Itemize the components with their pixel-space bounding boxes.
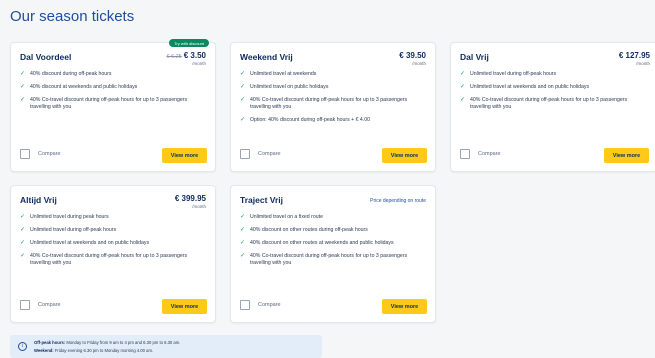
old-price: € 6.25 (166, 54, 182, 60)
price-period: /month (636, 61, 650, 66)
compare-label: Compare (38, 151, 61, 157)
price: € 39.50 (399, 51, 426, 60)
feature-item: ✓ 40% Co-travel discount during off-peak … (460, 97, 628, 110)
feature-list: ✓ Unlimited travel at weekends ✓ Unlimited… (240, 71, 427, 130)
feature-item: ✓ 40% discount on other routes during off… (240, 227, 368, 233)
feature-list: ✓ Unlimited travel during off-peak hours … (460, 71, 647, 117)
card-title: Altijd Vrij (20, 195, 57, 205)
page-title: Our season tickets (10, 8, 135, 25)
feature-list: ✓ Unlimited travel on a fixed route ✓ 40% … (240, 214, 427, 273)
feature-item: ✓ 40% discount on other routes at weekend… (240, 240, 394, 246)
compare-label: Compare (478, 151, 501, 157)
off-peak-info-box: i Off-peak hours: Monday to Friday from … (10, 335, 322, 358)
feature-item: ✓ 40% Co-travel discount during off-peak … (240, 97, 408, 110)
check-icon: ✓ (20, 253, 26, 259)
compare-checkbox[interactable] (20, 149, 30, 159)
compare-checkbox[interactable] (240, 300, 250, 310)
feature-item: ✓ Unlimited travel at weekends and on pub… (460, 84, 590, 90)
card-title: Dal Vrij (460, 52, 489, 62)
price-block: € 39.50 /month (399, 51, 426, 66)
feature-list: ✓ Unlimited travel during peak hours ✓ Unl… (20, 214, 207, 273)
feature-item: ✓ Unlimited travel on a fixed route (240, 214, 323, 220)
compare-checkbox[interactable] (240, 149, 250, 159)
check-icon: ✓ (20, 240, 26, 246)
feature-item: ✓ 40% discount during off-peak hours (20, 71, 112, 77)
ticket-card-altijd-vrij: Altijd Vrij € 399.95 /month ✓ Unlimited t… (10, 185, 216, 323)
weekend-hours-line: Weekend: Friday evening 6.30 pm to Monda… (34, 348, 154, 353)
ticket-card-dal-vrij: Dal Vrij € 127.95 /month ✓ Unlimited trav… (450, 42, 655, 172)
feature-item: ✓ Unlimited travel during off-peak hours (460, 71, 557, 77)
view-more-button[interactable]: View more (604, 148, 649, 163)
feature-item: ✓ 40% Co-travel discount during off-peak … (20, 97, 188, 110)
check-icon: ✓ (460, 71, 466, 77)
view-more-button[interactable]: View more (162, 148, 207, 163)
compare-toggle[interactable]: Compare (20, 300, 61, 310)
check-icon: ✓ (460, 97, 466, 103)
price-period: /month (412, 61, 426, 66)
compare-label: Compare (38, 302, 61, 308)
off-peak-hours-line: Off-peak hours: Monday to Friday from 9 … (34, 340, 181, 345)
feature-item: ✓ Option: 40% discount during off-peak ho… (240, 117, 371, 123)
check-icon: ✓ (240, 84, 246, 90)
check-icon: ✓ (460, 84, 466, 90)
feature-item: ✓ Unlimited travel at weekends (240, 71, 317, 77)
ticket-card-dal-voordeel: Try with discount Dal Voordeel € 6.25 € 3… (10, 39, 216, 172)
price: € 3.50 (183, 51, 206, 60)
feature-item: ✓ 40% discount at weekends and public hol… (20, 84, 138, 90)
feature-item: ✓ Unlimited travel at weekends and on pub… (20, 240, 150, 246)
view-more-button[interactable]: View more (382, 299, 427, 314)
compare-label: Compare (258, 151, 281, 157)
card-title: Weekend Vrij (240, 52, 293, 62)
view-more-button[interactable]: View more (162, 299, 207, 314)
price-period: /month (192, 61, 206, 66)
price-block: € 127.95 /month (619, 51, 650, 66)
ticket-card-traject-vrij: Traject Vrij Price depending on route ✓ U… (230, 185, 436, 323)
compare-toggle[interactable]: Compare (20, 149, 61, 159)
compare-checkbox[interactable] (460, 149, 470, 159)
check-icon: ✓ (240, 117, 246, 123)
check-icon: ✓ (20, 97, 26, 103)
compare-toggle[interactable]: Compare (240, 149, 281, 159)
check-icon: ✓ (240, 97, 246, 103)
card-title: Dal Voordeel (20, 52, 72, 62)
feature-item: ✓ 40% Co-travel discount during off-peak … (20, 253, 188, 266)
compare-toggle[interactable]: Compare (460, 149, 501, 159)
check-icon: ✓ (240, 214, 246, 220)
discount-badge[interactable]: Try with discount (169, 39, 209, 47)
info-icon: i (18, 342, 27, 351)
price: € 399.95 (174, 194, 206, 203)
compare-toggle[interactable]: Compare (240, 300, 281, 310)
view-more-button[interactable]: View more (382, 148, 427, 163)
route-price-note: Price depending on route (370, 198, 426, 204)
price-block: € 6.25 € 3.50 /month (166, 51, 206, 66)
ticket-card-weekend-vrij: Weekend Vrij € 39.50 /month ✓ Unlimited t… (230, 42, 436, 172)
compare-checkbox[interactable] (20, 300, 30, 310)
price-period: /month (192, 204, 206, 209)
check-icon: ✓ (240, 253, 246, 259)
check-icon: ✓ (20, 227, 26, 233)
check-icon: ✓ (240, 71, 246, 77)
card-title: Traject Vrij (240, 195, 283, 205)
feature-list: ✓ 40% discount during off-peak hours ✓ 40%… (20, 71, 207, 117)
check-icon: ✓ (240, 227, 246, 233)
check-icon: ✓ (20, 214, 26, 220)
price: € 127.95 (618, 51, 650, 60)
feature-item: ✓ 40% Co-travel discount during off-peak … (240, 253, 408, 266)
compare-label: Compare (258, 302, 281, 308)
feature-item: ✓ Unlimited travel on public holidays (240, 84, 329, 90)
check-icon: ✓ (240, 240, 246, 246)
feature-item: ✓ Unlimited travel during peak hours (20, 214, 109, 220)
check-icon: ✓ (20, 71, 26, 77)
feature-item: ✓ Unlimited travel during off-peak hours (20, 227, 117, 233)
price-block: € 399.95 /month (175, 194, 206, 209)
check-icon: ✓ (20, 84, 26, 90)
